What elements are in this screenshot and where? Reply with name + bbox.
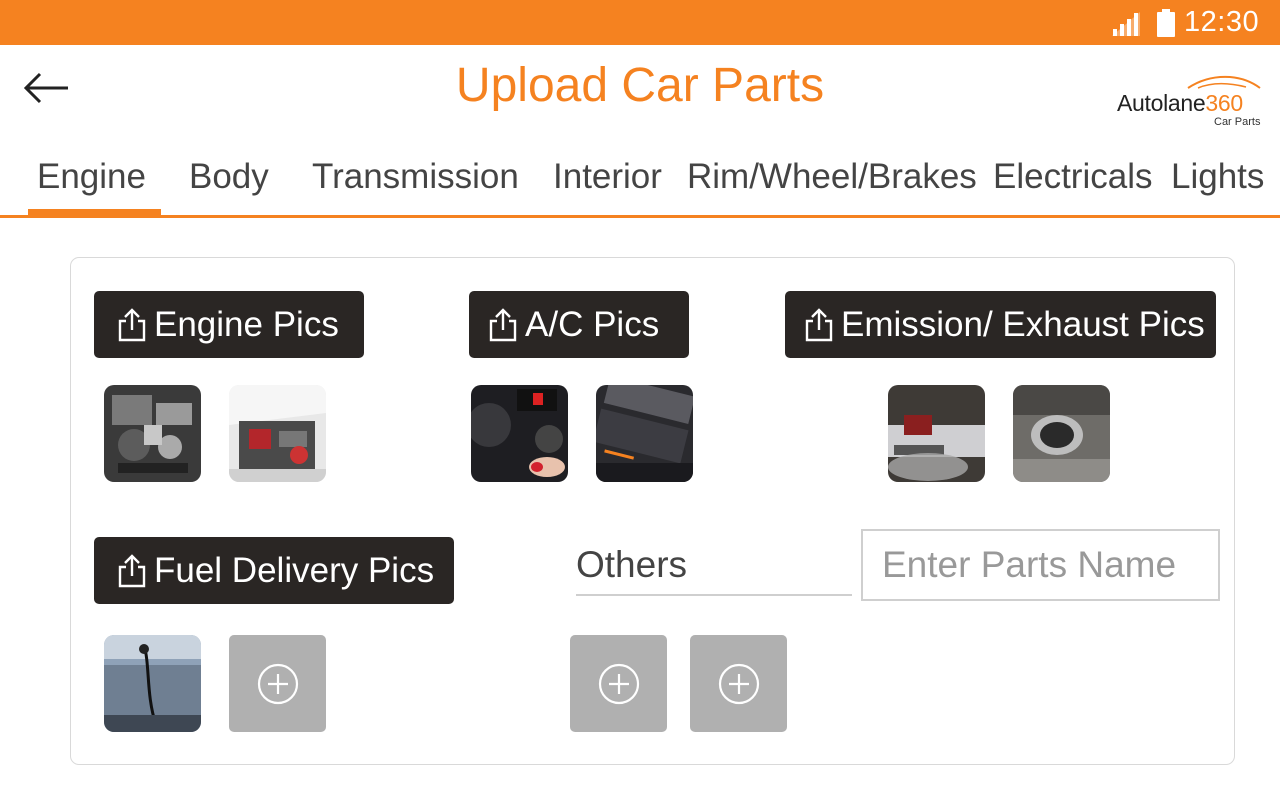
signal-icon — [1112, 12, 1140, 36]
brand-logo: Autolane360 Car Parts — [1110, 74, 1270, 134]
logo-subtitle: Car Parts — [1214, 116, 1261, 128]
logo-brand: Autolane360 — [1117, 90, 1243, 116]
engine-photo-thumbnail[interactable] — [104, 385, 201, 482]
tab-rim-wheel-brakes[interactable]: Rim/Wheel/Brakes — [687, 157, 977, 197]
add-photo-button[interactable] — [570, 635, 667, 732]
plus-circle-icon — [598, 663, 639, 704]
fuel-photo-thumbnail[interactable] — [104, 635, 201, 732]
tab-interior[interactable]: Interior — [553, 157, 662, 197]
emission-exhaust-pics-label: Emission/ Exhaust Pics — [841, 304, 1205, 344]
emission-exhaust-pics-button[interactable]: Emission/ Exhaust Pics — [785, 291, 1216, 358]
add-photo-button[interactable] — [229, 635, 326, 732]
share-upload-icon — [489, 307, 517, 341]
ac-pics-label: A/C Pics — [525, 304, 660, 344]
share-upload-icon — [805, 307, 833, 341]
tab-transmission[interactable]: Transmission — [312, 157, 519, 197]
battery-icon — [1157, 9, 1175, 37]
status-bar: 12:30 — [0, 0, 1280, 45]
fuel-delivery-pics-label: Fuel Delivery Pics — [154, 550, 435, 590]
tab-engine[interactable]: Engine — [37, 157, 146, 197]
tab-lights[interactable]: Lights — [1171, 157, 1264, 197]
ac-photo-thumbnail[interactable] — [596, 385, 693, 482]
ac-photo-thumbnail[interactable] — [471, 385, 568, 482]
plus-circle-icon — [718, 663, 759, 704]
car-swoosh-icon — [1187, 75, 1261, 89]
category-tabs: Engine Body Transmission Interior Rim/Wh… — [0, 145, 1280, 218]
active-tab-indicator — [28, 209, 161, 215]
fuel-delivery-pics-button[interactable]: Fuel Delivery Pics — [94, 537, 454, 604]
status-time: 12:30 — [1184, 6, 1260, 38]
engine-photo-thumbnail[interactable] — [229, 385, 326, 482]
exhaust-photo-thumbnail[interactable] — [1013, 385, 1110, 482]
tab-body[interactable]: Body — [189, 157, 269, 197]
add-photo-button[interactable] — [690, 635, 787, 732]
page-title: Upload Car Parts — [455, 59, 825, 112]
engine-pics-label: Engine Pics — [154, 304, 339, 344]
plus-circle-icon — [257, 663, 298, 704]
share-upload-icon — [118, 307, 146, 341]
engine-pics-button[interactable]: Engine Pics — [94, 291, 364, 358]
others-underline — [576, 594, 852, 596]
parts-name-input[interactable] — [861, 529, 1220, 601]
exhaust-photo-thumbnail[interactable] — [888, 385, 985, 482]
share-upload-icon — [118, 553, 146, 587]
others-label: Others — [576, 544, 688, 585]
tab-electricals[interactable]: Electricals — [993, 157, 1152, 197]
ac-pics-button[interactable]: A/C Pics — [469, 291, 689, 358]
